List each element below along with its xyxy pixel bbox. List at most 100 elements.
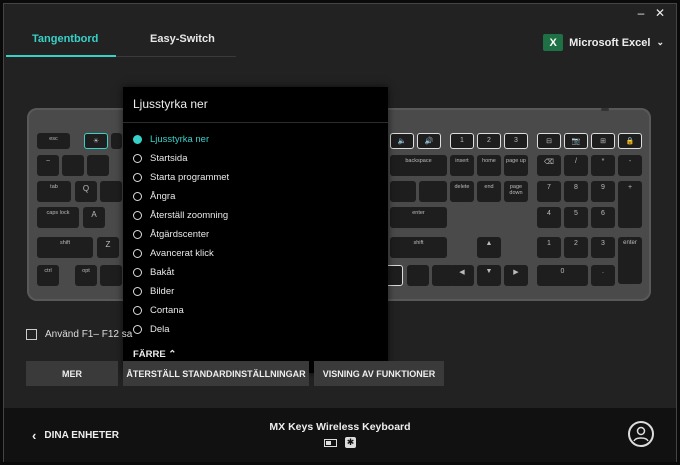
num-6-key[interactable]: 6 bbox=[591, 207, 615, 228]
tilde-key[interactable]: ~ bbox=[37, 155, 59, 176]
view-functions-button[interactable]: VISNING AV FUNKTIONER bbox=[314, 361, 444, 386]
key-2[interactable] bbox=[87, 155, 109, 176]
delete-key[interactable]: delete bbox=[450, 181, 474, 202]
tab-key[interactable]: tab bbox=[37, 181, 71, 202]
option-back[interactable]: Bakåt bbox=[133, 264, 174, 280]
option-label: Ljusstyrka ner bbox=[150, 133, 210, 145]
ctrl-key[interactable]: ctrl bbox=[37, 265, 59, 286]
backspace-key[interactable]: backspace bbox=[390, 155, 447, 176]
num-dot-key[interactable]: . bbox=[591, 265, 615, 286]
arrow-down-key[interactable]: ▼ bbox=[477, 265, 501, 286]
option-cortana[interactable]: Cortana bbox=[133, 302, 184, 318]
radio-icon bbox=[133, 229, 142, 239]
option-label: Cortana bbox=[150, 304, 184, 316]
account-icon[interactable] bbox=[628, 421, 654, 447]
num-backspace-key[interactable]: ⌫ bbox=[537, 155, 561, 176]
radio-selected-icon bbox=[133, 134, 142, 144]
home-key[interactable]: home bbox=[477, 155, 501, 176]
num-enter-key[interactable]: enter bbox=[618, 237, 642, 284]
option-launch-app[interactable]: Starta programmet bbox=[133, 169, 229, 185]
option-share[interactable]: Dela bbox=[133, 321, 170, 337]
fkeys-checkbox[interactable] bbox=[26, 329, 37, 340]
lock-key[interactable]: 🔒 bbox=[618, 133, 642, 149]
end-key[interactable]: end bbox=[477, 181, 501, 202]
option-label: Dela bbox=[150, 323, 170, 335]
option-label: Ångra bbox=[150, 190, 176, 202]
option-action-center[interactable]: Åtgärdscenter bbox=[133, 226, 209, 242]
caps-lock-key[interactable]: caps lock bbox=[37, 207, 79, 228]
opt-key[interactable]: opt bbox=[75, 265, 97, 286]
tab-keyboard[interactable]: Tangentbord bbox=[32, 33, 98, 45]
w-key[interactable] bbox=[100, 181, 122, 202]
back-label: DINA ENHETER bbox=[44, 430, 119, 441]
volume-up-key[interactable]: 🔊 bbox=[417, 133, 441, 149]
cmd-key[interactable] bbox=[100, 265, 122, 286]
right-shift-key[interactable]: shift bbox=[390, 237, 447, 258]
easy-switch-2-key[interactable]: 2 bbox=[477, 133, 501, 149]
more-button[interactable]: MER bbox=[26, 361, 118, 386]
num-4-key[interactable]: 4 bbox=[537, 207, 561, 228]
radio-icon bbox=[133, 191, 142, 201]
power-led bbox=[601, 108, 609, 111]
option-reset-zoom[interactable]: Återställ zoomning bbox=[133, 207, 228, 223]
close-button[interactable]: ✕ bbox=[653, 6, 667, 20]
arrow-right-key[interactable]: ▶ bbox=[504, 265, 528, 286]
bracket-key[interactable] bbox=[390, 181, 416, 202]
option-pictures[interactable]: Bilder bbox=[133, 283, 174, 299]
brightness-up-key[interactable] bbox=[111, 133, 122, 149]
reset-defaults-button[interactable]: ÅTERSTÄLL STANDARDINSTÄLLNINGAR bbox=[123, 361, 309, 386]
num-plus-key[interactable]: + bbox=[618, 181, 642, 228]
num-8-key[interactable]: 8 bbox=[564, 181, 588, 202]
left-shift-key[interactable]: shift bbox=[37, 237, 93, 258]
num-2-key[interactable]: 2 bbox=[564, 237, 588, 258]
tab-easy-switch[interactable]: Easy-Switch bbox=[150, 33, 215, 45]
easy-switch-1-key[interactable]: 1 bbox=[450, 133, 474, 149]
num-0-key[interactable]: 0 bbox=[537, 265, 588, 286]
easy-switch-3-key[interactable]: 3 bbox=[504, 133, 528, 149]
radio-icon bbox=[133, 172, 142, 182]
volume-down-key[interactable]: 🔈 bbox=[390, 133, 414, 149]
minimize-button[interactable]: – bbox=[634, 6, 648, 20]
option-advanced-click[interactable]: Avancerat klick bbox=[133, 245, 214, 261]
page-down-key[interactable]: page down bbox=[504, 181, 528, 202]
option-undo[interactable]: Ångra bbox=[133, 188, 175, 204]
q-key[interactable]: Q bbox=[75, 181, 97, 202]
num-9-key[interactable]: 9 bbox=[591, 181, 615, 202]
brightness-down-key[interactable]: ☀ bbox=[84, 133, 108, 149]
num-5-key[interactable]: 5 bbox=[564, 207, 588, 228]
num-7-key[interactable]: 7 bbox=[537, 181, 561, 202]
back-to-devices-button[interactable]: ‹ DINA ENHETER bbox=[32, 428, 119, 443]
insert-key[interactable]: insert bbox=[450, 155, 474, 176]
backslash-key[interactable] bbox=[419, 181, 447, 202]
screenshot-key[interactable]: 📷 bbox=[564, 133, 588, 149]
enter-key[interactable]: enter bbox=[390, 207, 447, 228]
option-label: Startsida bbox=[150, 152, 188, 164]
app-menu-key[interactable]: ⊞ bbox=[591, 133, 615, 149]
option-home-page[interactable]: Startsida bbox=[133, 150, 188, 166]
num-divide-key[interactable]: / bbox=[564, 155, 588, 176]
radio-icon bbox=[133, 248, 142, 258]
num-3-key[interactable]: 3 bbox=[591, 237, 615, 258]
fkeys-checkbox-row[interactable]: Använd F1– F12 sa bbox=[26, 329, 132, 340]
esc-key[interactable]: esc bbox=[37, 133, 70, 149]
show-less-button[interactable]: FÄRRE ⌃ bbox=[133, 349, 176, 360]
app-selector[interactable]: X Microsoft Excel ⌄ bbox=[543, 34, 664, 51]
calculator-key[interactable]: ⊟ bbox=[537, 133, 561, 149]
key-1[interactable] bbox=[62, 155, 84, 176]
z-key[interactable]: Z bbox=[97, 237, 119, 258]
excel-icon: X bbox=[543, 34, 564, 51]
num-multiply-key[interactable]: * bbox=[591, 155, 615, 176]
chevron-up-icon: ⌃ bbox=[168, 349, 177, 360]
arrow-up-key[interactable]: ▲ bbox=[477, 237, 501, 258]
chevron-left-icon: ‹ bbox=[32, 428, 37, 443]
radio-icon bbox=[133, 210, 142, 220]
option-brightness-down[interactable]: Ljusstyrka ner bbox=[133, 131, 209, 147]
right-opt-key[interactable] bbox=[407, 265, 429, 286]
page-up-key[interactable]: page up bbox=[504, 155, 528, 176]
a-key[interactable]: A bbox=[83, 207, 105, 228]
arrow-left-key[interactable]: ◀ bbox=[450, 265, 474, 286]
chevron-down-icon: ⌄ bbox=[656, 37, 664, 47]
num-1-key[interactable]: 1 bbox=[537, 237, 561, 258]
num-minus-key[interactable]: - bbox=[618, 155, 642, 176]
active-tab-indicator bbox=[6, 55, 116, 57]
